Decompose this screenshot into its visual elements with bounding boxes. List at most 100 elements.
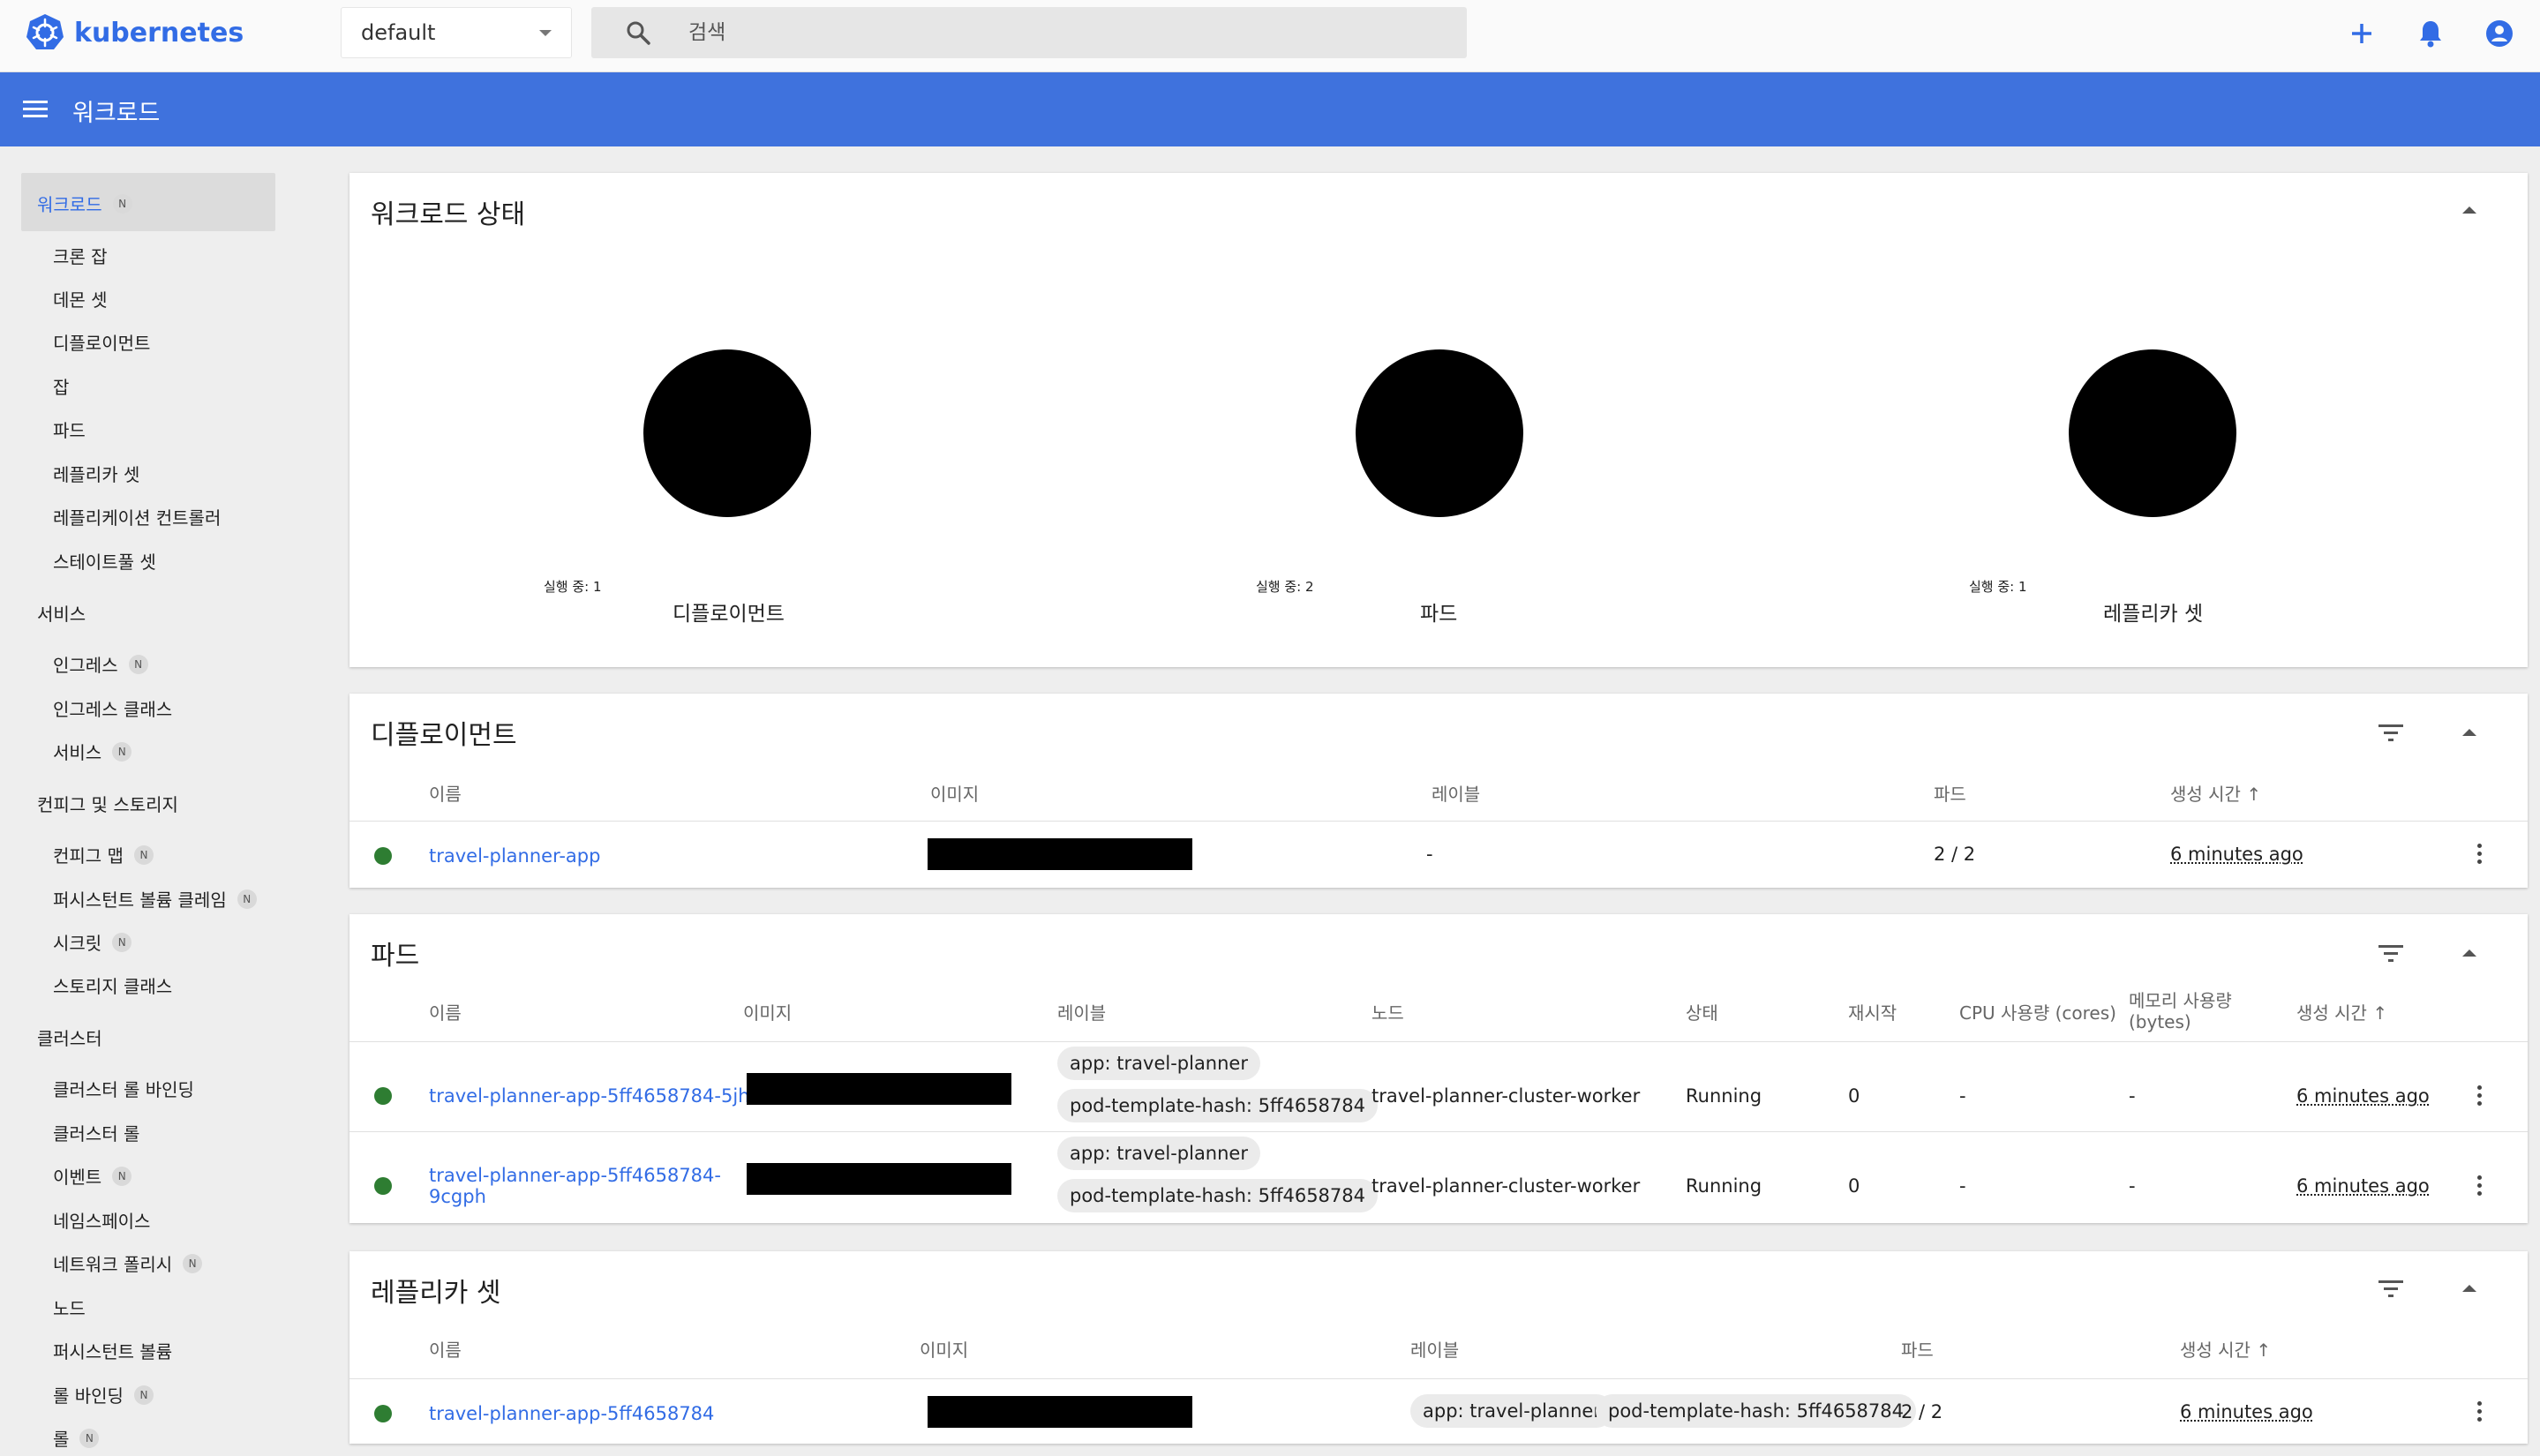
redacted-image [928,838,1192,870]
sidebar-section-config-storage[interactable]: 컨피그 및 스토리지 [37,791,178,816]
sidebar-item-storageclasses[interactable]: 스토리지 클래스 [53,972,172,998]
sidebar-item-label: 네트워크 폴리시 [53,1254,173,1275]
namespaced-badge: N [183,1253,203,1273]
page-title: 워크로드 [72,100,161,127]
filter-icon[interactable] [2378,942,2404,964]
menu-icon[interactable] [21,95,49,122]
plus-icon [2352,24,2371,43]
logo-text: kubernetes [74,17,244,49]
sidebar-item-daemonsets[interactable]: 데몬 셋 [53,286,108,311]
namespaced-badge: N [128,654,148,674]
filter-icon[interactable] [2378,722,2404,743]
resource-link[interactable]: travel-planner-app-5ff4658784-5jhhr [429,1085,769,1107]
account-button[interactable] [2482,16,2517,51]
sidebar-item-persistentvolumeclaims[interactable]: 퍼시스턴트 볼륨 클레임 N [53,886,257,912]
sidebar-item-networkpolicies[interactable]: 네트워크 폴리시 N [53,1250,203,1276]
more-vert-icon[interactable] [2477,844,2482,867]
namespace-value: default [361,20,436,45]
column-header-created[interactable]: 생성 시간 ↑ [2180,1340,2271,1361]
sidebar-item-roles[interactable]: 롤N [53,1425,100,1451]
sidebar-item-secrets[interactable]: 시크릿 N [53,929,132,955]
sidebar-item-namespaces[interactable]: 네임스페이스 [53,1207,150,1233]
more-vert-icon[interactable] [2477,1175,2482,1198]
kubernetes-logo[interactable]: kubernetes [25,12,244,53]
column-header-image: 이미지 [930,784,980,805]
sidebar-section-service[interactable]: 서비스 [37,600,86,626]
sidebar-item-cronjobs[interactable]: 크론 잡 [53,243,108,268]
chevron-up-icon[interactable] [2462,949,2476,957]
create-button[interactable] [2344,16,2379,51]
sidebar-item-replicasets[interactable]: 레플리카 셋 [53,461,139,486]
arrow-up-icon: ↑ [2246,784,2262,805]
sidebar-item-label: 크론 잡 [53,246,108,267]
sidebar-item-label: 잡 [53,377,70,398]
column-header-label: 생성 시간 [2180,1340,2251,1361]
namespaced-badge: N [133,844,154,865]
redacted-image [928,1396,1192,1428]
sidebar-item-configmaps[interactable]: 컨피그 맵 N [53,842,154,867]
sidebar-item-workloads-label[interactable]: 워크로드 N [37,191,132,216]
card-title: 레플리카 셋 [371,1278,501,1309]
sidebar-section-cluster[interactable]: 클러스터 [37,1024,102,1050]
sidebar-item-statefulsets[interactable]: 스테이트풀 셋 [53,548,156,574]
chevron-up-icon[interactable] [2462,729,2476,736]
chevron-down-icon [539,30,552,36]
search-icon [627,21,650,45]
sidebar-item-label: 디플로이먼트 [53,333,151,354]
column-header-created[interactable]: 생성 시간 ↑ [2296,1002,2387,1024]
sidebar-item-label: 퍼시스턴트 볼륨 클레임 [53,889,227,911]
running-count: 실행 중: 2 [1256,579,1314,595]
more-vert-icon[interactable] [2477,1085,2482,1108]
label-chip: app: travel-planner [1057,1047,1260,1080]
sidebar: 워크로드 N 크론 잡 데몬 셋 디플로이먼트 잡 파드 레플리카 셋 레플리케… [0,146,344,1456]
cpu-cell: - [1959,1085,1966,1107]
restarts-cell: 0 [1848,1085,1860,1107]
status-running-icon [374,1177,392,1195]
sidebar-item-replicationcontrollers[interactable]: 레플리케이션 컨트롤러 [53,504,221,529]
resource-link[interactable]: travel-planner-app-5ff4658784 [429,1403,714,1424]
created-time: 6 minutes ago [2296,1175,2430,1197]
sidebar-item-events[interactable]: 이벤트 N [53,1163,132,1189]
sidebar-item-ingresses[interactable]: 인그레스 N [53,651,148,677]
column-header-name[interactable]: 이름 [429,784,462,805]
sidebar-item-clusterroles[interactable]: 클러스터 롤 [53,1120,139,1145]
labels-cell: - [1426,844,1433,865]
sidebar-item-clusterrolebindings[interactable]: 클러스터 롤 바인딩 [53,1076,194,1101]
column-header-name[interactable]: 이름 [429,1340,462,1361]
pods-card: 파드 이름 이미지 레이블 노드 상태 재시작 CPU 사용량 (cores) … [349,914,2528,1223]
sidebar-item-rolebindings[interactable]: 롤 바인딩 N [53,1382,154,1407]
sidebar-item-label: 워크로드 [37,194,102,215]
label-chip: app: travel-planner [1057,1137,1260,1170]
status-running-icon [374,847,392,865]
card-title: 파드 [371,941,420,972]
sidebar-item-persistentvolumes[interactable]: 퍼시스턴트 볼륨 [53,1338,172,1363]
column-header-created[interactable]: 생성 시간 ↑ [2170,784,2261,805]
resource-link-line: 9cgph [429,1186,486,1207]
resource-link[interactable]: travel-planner-app-5ff4658784- 9cgph [429,1165,721,1207]
column-header-memory: 메모리 사용량 (bytes) [2129,990,2232,1032]
sidebar-item-ingressclasses[interactable]: 인그레스 클래스 [53,695,172,721]
namespaced-badge: N [112,932,132,952]
sidebar-item-jobs[interactable]: 잡 [53,373,69,399]
more-vert-icon[interactable] [2477,1401,2482,1424]
chevron-up-icon[interactable] [2462,206,2476,214]
created-time: 6 minutes ago [2180,1401,2313,1422]
search-input[interactable] [688,7,1447,58]
chevron-up-icon[interactable] [2462,1285,2476,1292]
sidebar-item-pods[interactable]: 파드 [53,417,86,442]
sidebar-item-label: 레플리카 셋 [53,464,140,485]
column-header-label: 생성 시간 [2170,784,2241,805]
sidebar-item-services[interactable]: 서비스 N [53,739,132,764]
page-toolbar: 워크로드 [0,72,2540,146]
divider [349,1041,2528,1042]
filter-icon[interactable] [2378,1278,2404,1299]
column-header-pods: 파드 [1934,784,1966,805]
resource-link[interactable]: travel-planner-app [429,845,600,867]
card-title: 워크로드 상태 [371,199,526,230]
notifications-button[interactable] [2413,16,2448,51]
namespace-select[interactable]: default [341,7,572,58]
card-title: 디플로이먼트 [371,720,517,751]
sidebar-item-deployments[interactable]: 디플로이먼트 [53,329,150,355]
sidebar-item-nodes[interactable]: 노드 [53,1295,86,1320]
column-header-name[interactable]: 이름 [429,1002,462,1024]
